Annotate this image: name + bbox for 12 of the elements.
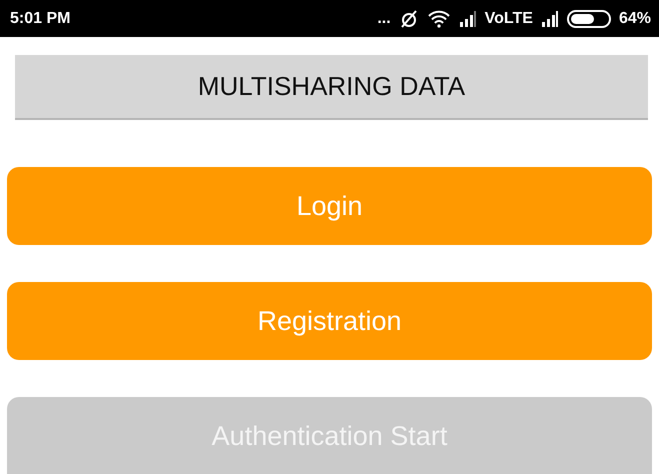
more-indicator: ...	[377, 8, 391, 28]
app-title: MULTISHARING DATA	[198, 70, 466, 103]
network-type: VoLTE	[484, 8, 533, 28]
action-button[interactable]: Registration	[7, 282, 652, 360]
action-button[interactable]: Login	[7, 167, 652, 245]
status-time: 5:01 PM	[10, 8, 70, 28]
alarm-off-icon	[398, 8, 419, 28]
wifi-icon	[426, 10, 451, 28]
signal-icon	[540, 10, 559, 26]
battery-icon	[566, 10, 611, 28]
signal-icon	[458, 10, 477, 26]
battery-percentage: 64%	[618, 8, 651, 28]
